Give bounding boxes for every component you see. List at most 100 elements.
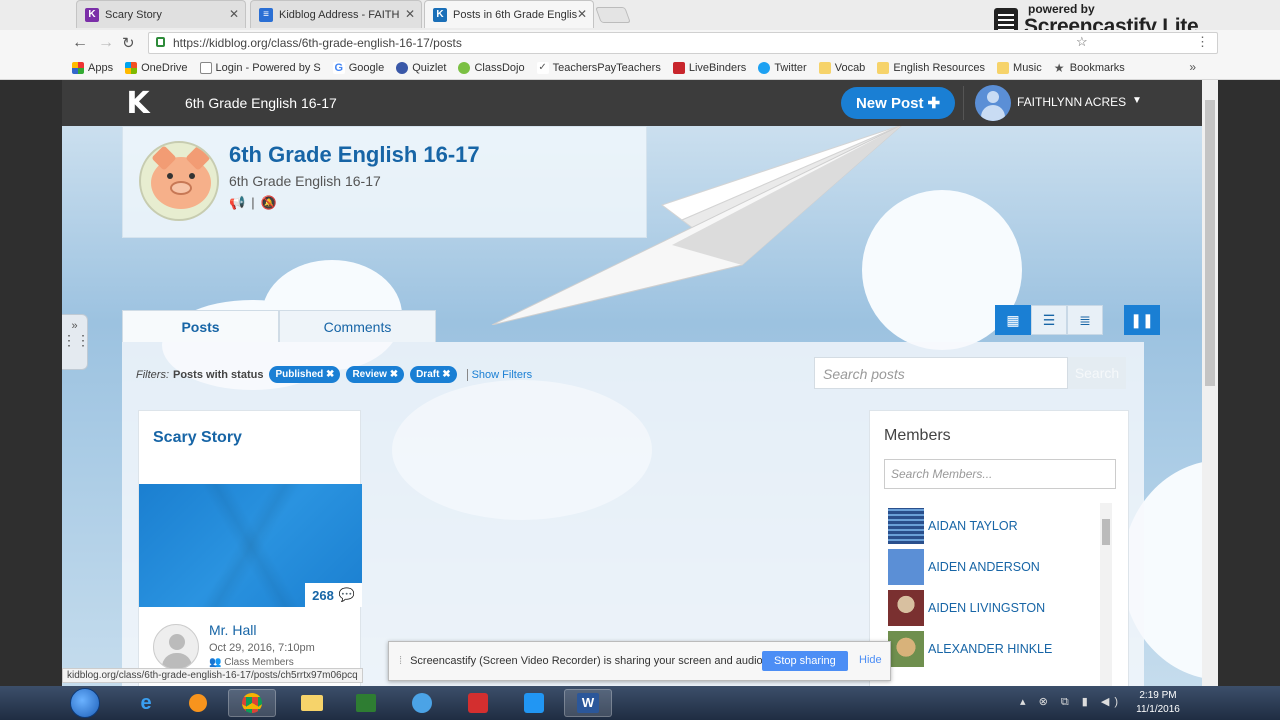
user-name[interactable]: FAITHLYNN ACRES — [1017, 95, 1126, 109]
grid-view-icon[interactable]: ▦ — [995, 305, 1031, 335]
tab-close-icon[interactable]: ✕ — [405, 7, 415, 21]
new-post-button[interactable]: New Post ✚ — [841, 87, 955, 119]
notifications-off-icon[interactable]: 🔕 — [261, 195, 277, 211]
new-post-label: New Post — [855, 94, 924, 112]
apps-grid-icon — [72, 61, 84, 74]
member-item[interactable]: AIDEN LIVINGSTON — [888, 587, 1098, 628]
pig-icon — [151, 145, 211, 209]
class-header-card: 6th Grade English 16-17 6th Grade Englis… — [122, 126, 647, 238]
new-tab-button[interactable] — [595, 7, 631, 23]
site-header: K 6th Grade English 16-17 New Post ✚ FAI… — [62, 80, 1218, 126]
kidblog-logo[interactable]: K — [122, 88, 154, 120]
tab-close-icon[interactable]: ✕ — [229, 7, 239, 21]
pause-icon[interactable]: ❚❚ — [1124, 305, 1160, 335]
forward-arrow-icon[interactable]: → — [98, 34, 114, 52]
more-bookmarks-icon[interactable]: » — [1189, 60, 1196, 74]
user-avatar[interactable] — [975, 85, 1011, 121]
bookmark-label: Bookmarks — [1069, 61, 1125, 74]
search-posts-input[interactable]: Search posts — [814, 357, 1068, 389]
filter-chip-draft[interactable]: Draft ✖ — [410, 366, 457, 383]
bookmark-vocab[interactable]: Vocab — [818, 61, 865, 74]
author-name[interactable]: Mr. Hall — [209, 622, 256, 638]
post-title[interactable]: Scary Story — [153, 429, 242, 447]
back-arrow-icon[interactable]: ← — [72, 34, 88, 52]
list-view-icon[interactable]: ☰ — [1031, 305, 1067, 335]
bookmark-livebinders[interactable]: LiveBinders — [672, 61, 746, 74]
tab-close-icon[interactable]: ✕ — [577, 7, 587, 21]
system-clock[interactable]: 2:19 PM 11/1/2016 — [1130, 689, 1186, 717]
bookmark-music[interactable]: Music — [997, 61, 1042, 74]
member-item[interactable]: ALEXANDER HINKLE — [888, 628, 1098, 669]
search-button[interactable]: Search — [1068, 357, 1126, 389]
bookmark-star-icon[interactable]: ☆ — [1076, 34, 1088, 50]
member-avatar — [888, 630, 924, 667]
member-name[interactable]: AIDEN LIVINGSTON — [928, 601, 1045, 615]
hide-button[interactable]: Hide — [859, 654, 882, 666]
docs-favicon-icon: ≡ — [259, 8, 273, 22]
remove-icon[interactable]: ✖ — [326, 369, 334, 380]
member-item[interactable]: AIDEN ANDERSON — [888, 546, 1098, 587]
bookmark-label: English Resources — [893, 61, 986, 74]
tab-title: Posts in 6th Grade Englis — [453, 8, 578, 21]
network-icon[interactable] — [398, 689, 446, 717]
remove-icon[interactable]: ✖ — [442, 369, 450, 380]
filter-chip-published[interactable]: Published ✖ — [269, 366, 341, 383]
filter-chip-review[interactable]: Review ✖ — [346, 366, 405, 383]
chrome-icon[interactable] — [228, 689, 276, 717]
tab-posts[interactable]: Posts — [122, 310, 279, 342]
bookmark-twitter[interactable]: Twitter — [758, 61, 807, 74]
acrobat-icon[interactable] — [454, 689, 502, 717]
notes-icon[interactable] — [510, 689, 558, 717]
search-members-input[interactable]: Search Members... — [884, 459, 1116, 489]
internet-explorer-icon[interactable]: e — [122, 689, 170, 717]
browser-tab-kidblog-address[interactable]: ≡ Kidblog Address - FAITH ✕ — [250, 0, 422, 28]
bookmark-english-resources[interactable]: English Resources — [877, 61, 986, 74]
page-scrollbar[interactable] — [1202, 80, 1218, 686]
kidblog-favicon-icon: K — [85, 8, 99, 22]
tpt-icon: ✓ — [536, 61, 549, 74]
member-item[interactable]: AIDAN TAYLOR — [888, 505, 1098, 546]
megaphone-icon[interactable]: 📢 — [229, 195, 245, 211]
browser-menu-icon[interactable]: ⋮ — [1196, 34, 1209, 50]
word-icon[interactable]: W — [564, 689, 612, 717]
bookmark-onedrive[interactable]: OneDrive — [125, 61, 188, 74]
browser-tab-scary-story[interactable]: K Scary Story ✕ — [76, 0, 246, 28]
tab-comments[interactable]: Comments — [279, 310, 436, 342]
bookmark-login[interactable]: Login - Powered by S — [199, 61, 321, 74]
post-cover-image[interactable]: 268 💬 — [139, 484, 362, 607]
start-button[interactable] — [70, 688, 100, 718]
compact-list-icon[interactable]: ≣ — [1067, 305, 1103, 335]
bookmark-label: Login - Powered by S — [215, 61, 321, 74]
browser-tab-posts[interactable]: K Posts in 6th Grade Englis ✕ — [424, 0, 594, 28]
bookmark-classdojo[interactable]: ClassDojo — [458, 61, 525, 74]
chip-label: Published — [275, 369, 324, 380]
header-class-name[interactable]: 6th Grade English 16-17 — [185, 95, 337, 111]
scrollbar-thumb[interactable] — [1205, 100, 1215, 386]
bookmark-tpt[interactable]: ✓ TeachersPayTeachers — [536, 61, 661, 74]
lock-icon — [156, 37, 165, 47]
spreadsheet-icon[interactable] — [342, 689, 390, 717]
post-card[interactable]: Scary Story 268 💬 Mr. Hall Oct 29, 2016,… — [138, 410, 362, 686]
system-tray-icons[interactable]: ▴ ⊗ ⧉ ▮ ◀) — [1020, 695, 1123, 709]
bookmark-google[interactable]: G Google — [332, 61, 384, 74]
side-panel-handle[interactable]: » ⋮⋮ — [62, 314, 90, 370]
drag-handle-icon[interactable]: ⁞ — [399, 655, 402, 667]
member-name[interactable]: AIDEN ANDERSON — [928, 560, 1040, 574]
member-name[interactable]: AIDAN TAYLOR — [928, 519, 1018, 533]
file-explorer-icon[interactable] — [288, 689, 336, 717]
bookmark-quizlet[interactable]: Quizlet — [396, 61, 446, 74]
media-player-icon[interactable] — [174, 689, 222, 717]
reload-icon[interactable]: ↻ — [122, 34, 135, 52]
screen-share-bar: ⁞ Screencastify (Screen Video Recorder) … — [388, 641, 891, 681]
share-message: Screencastify (Screen Video Recorder) is… — [410, 655, 766, 667]
remove-icon[interactable]: ✖ — [390, 369, 398, 380]
url-field[interactable]: https://kidblog.org/class/6th-grade-engl… — [148, 32, 1218, 54]
members-scrollbar[interactable] — [1100, 503, 1112, 686]
caret-down-icon[interactable]: ▼ — [1132, 95, 1142, 106]
bookmark-bookmarks[interactable]: ★ Bookmarks — [1054, 62, 1125, 74]
bookmark-apps[interactable]: Apps — [72, 61, 113, 74]
member-name[interactable]: ALEXANDER HINKLE — [928, 642, 1052, 656]
scrollbar-thumb[interactable] — [1102, 519, 1110, 545]
stop-sharing-button[interactable]: Stop sharing — [762, 651, 848, 671]
show-filters-link[interactable]: Show Filters — [466, 368, 532, 381]
